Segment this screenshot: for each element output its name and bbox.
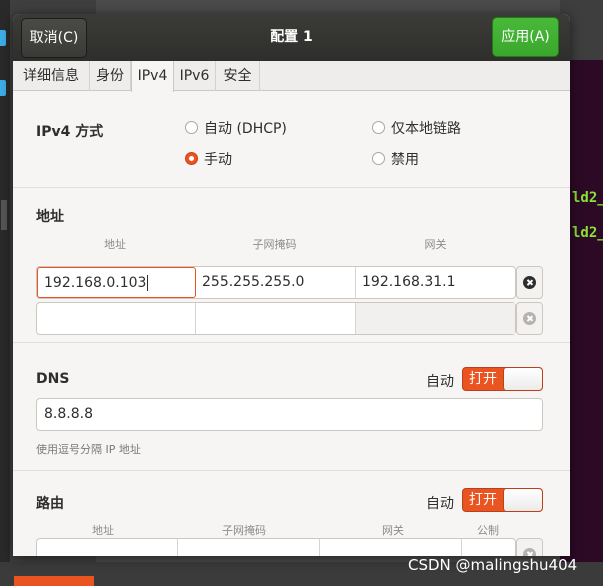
netmask-input[interactable]: 255.255.255.0: [196, 267, 356, 298]
route-address-input[interactable]: [37, 539, 178, 556]
radio-dhcp-label: 自动 (DHCP): [204, 121, 287, 137]
dns-servers-input[interactable]: 8.8.8.8: [36, 398, 543, 431]
radio-disabled-label: 禁用: [391, 152, 419, 168]
delete-icon: [523, 276, 536, 289]
header-bar: 取消(C) 配置 1 应用(A): [13, 14, 570, 61]
delete-route-button[interactable]: [516, 538, 543, 556]
radio-disabled[interactable]: 禁用: [372, 150, 419, 170]
separator: [13, 470, 570, 471]
delete-icon: [523, 312, 536, 325]
switch-knob[interactable]: [503, 489, 542, 511]
radio-link-local[interactable]: 仅本地链路: [372, 119, 461, 139]
watermark: CSDN @malingshu404: [408, 556, 578, 574]
route-row: [36, 538, 516, 556]
delete-row-button[interactable]: [516, 302, 543, 335]
tab-ipv4[interactable]: IPv4: [131, 61, 174, 92]
dns-hint: 使用逗号分隔 IP 地址: [36, 443, 141, 456]
radio-button-icon[interactable]: [372, 151, 385, 165]
col-header-address: 地址: [104, 238, 126, 251]
routes-auto-label: 自动: [426, 496, 454, 512]
col-header-gateway: 网关: [382, 524, 404, 537]
radio-manual-label: 手动: [204, 152, 232, 168]
cancel-button[interactable]: 取消(C): [21, 18, 87, 58]
dialog-title: 配置 1: [270, 29, 313, 45]
route-netmask-input[interactable]: [178, 539, 320, 556]
dns-auto-switch[interactable]: 打开: [462, 367, 543, 391]
address-row: 192.168.0.103 255.255.255.0 192.168.31.1: [36, 266, 516, 299]
tab-bar: 详细信息 身份 IPv4 IPv6 安全: [13, 61, 570, 92]
col-header-netmask: 子网掩码: [222, 524, 266, 537]
dns-label: DNS: [36, 371, 70, 387]
taskbar-highlight: [14, 576, 94, 586]
routes-auto-switch[interactable]: 打开: [462, 488, 543, 512]
apply-button[interactable]: 应用(A): [492, 17, 559, 57]
delete-icon: [523, 548, 536, 556]
gateway-input[interactable]: 192.168.31.1: [356, 267, 515, 298]
tab-security[interactable]: 安全: [216, 61, 260, 91]
address-input[interactable]: 192.168.0.103: [37, 267, 196, 298]
routes-label: 路由: [36, 496, 64, 512]
text-caret: [147, 275, 149, 291]
separator: [13, 187, 570, 188]
netmask-input[interactable]: [196, 303, 356, 334]
network-config-dialog: 取消(C) 配置 1 应用(A) 详细信息 身份 IPv4 IPv6 安全 IP…: [13, 14, 570, 556]
launcher-indicator: [1, 200, 7, 230]
switch-knob[interactable]: [503, 368, 542, 390]
ipv4-method-label: IPv4 方式: [36, 124, 104, 140]
terminal-text: ld2_: [572, 190, 603, 206]
col-header-netmask: 子网掩码: [252, 238, 297, 251]
radio-link-local-label: 仅本地链路: [391, 121, 461, 137]
launcher-indicator: [0, 80, 6, 96]
dns-auto-label: 自动: [426, 374, 454, 390]
terminal-text: ld2_: [572, 225, 603, 241]
switch-on-label: 打开: [469, 371, 497, 387]
radio-manual[interactable]: 手动: [185, 150, 232, 170]
ipv4-panel: IPv4 方式 自动 (DHCP) 仅本地链路 手动 禁用 地址 地址 子网掩码…: [13, 92, 570, 556]
col-header-metric: 公制: [477, 524, 499, 537]
launcher-indicator: [0, 30, 6, 46]
delete-row-button[interactable]: [516, 266, 543, 299]
radio-dhcp[interactable]: 自动 (DHCP): [185, 119, 287, 139]
address-row: [36, 302, 516, 335]
switch-on-label: 打开: [469, 492, 497, 508]
addresses-label: 地址: [36, 209, 64, 225]
radio-checked-icon[interactable]: [185, 151, 198, 165]
address-input[interactable]: [37, 303, 196, 334]
col-header-gateway: 网关: [424, 238, 447, 251]
radio-button-icon[interactable]: [185, 120, 198, 134]
col-header-address: 地址: [92, 524, 114, 537]
tab-identity[interactable]: 身份: [90, 61, 131, 91]
separator: [13, 342, 570, 343]
launcher-bar: [0, 0, 10, 586]
gateway-input[interactable]: [356, 303, 515, 334]
route-gateway-input[interactable]: [320, 539, 462, 556]
tab-details[interactable]: 详细信息: [13, 61, 90, 91]
address-value: 192.168.0.103: [44, 275, 147, 291]
route-metric-input[interactable]: [462, 539, 515, 556]
tab-ipv6[interactable]: IPv6: [174, 61, 216, 91]
radio-button-icon[interactable]: [372, 120, 385, 134]
